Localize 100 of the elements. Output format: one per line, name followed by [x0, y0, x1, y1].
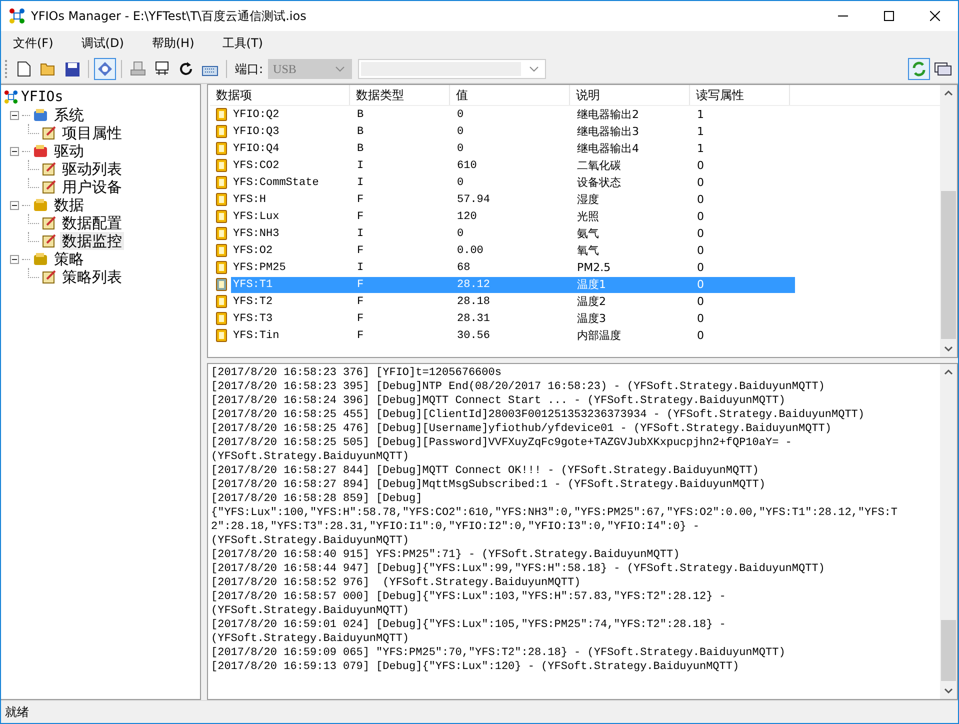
- window-title: YFIOs Manager - E:\YFTest\T\百度云通信测试.ios: [31, 8, 306, 24]
- table-cell-text: YFIO:Q3: [232, 126, 280, 138]
- table-cell-text: YFIO:Q2: [232, 108, 280, 120]
- table-row[interactable]: YFS:T3 F 28.31 温度3 0: [231, 310, 795, 326]
- table-cell-text: YFS:CO2: [232, 160, 280, 172]
- table-row[interactable]: YFS:O2 F 0.00 氧气 0: [231, 242, 795, 258]
- tree-item[interactable]: 策略列表: [60, 268, 124, 286]
- table-row[interactable]: YFS:PM25 I 68 PM2.5 0: [231, 260, 795, 276]
- table-cell-text: 0: [696, 244, 705, 257]
- table-cell-text: 设备状态: [576, 175, 622, 190]
- close-icon[interactable]: [930, 11, 940, 21]
- scrollbar-thumb[interactable]: [941, 191, 956, 339]
- scrollbar[interactable]: [940, 85, 957, 357]
- collapse-toggle-icon[interactable]: [10, 146, 19, 156]
- collapse-toggle-icon[interactable]: [10, 110, 19, 120]
- menu-item[interactable]: 帮助(H): [148, 34, 198, 52]
- scrollbar[interactable]: [940, 364, 957, 699]
- app-logo-icon: [9, 8, 25, 24]
- tree-item[interactable]: YFIOs: [21, 89, 64, 105]
- tree-item[interactable]: 用户设备: [60, 178, 124, 196]
- io-tag-icon: [216, 227, 227, 240]
- column-header[interactable]: 值: [450, 85, 570, 105]
- table-cell-text: 温度3: [576, 311, 607, 326]
- collapse-toggle-icon[interactable]: [10, 254, 19, 264]
- table-cell-text: 温度2: [576, 294, 607, 309]
- column-header[interactable]: 数据项: [210, 85, 350, 105]
- table-cell-text: 0: [696, 295, 705, 308]
- document-icon: [42, 180, 57, 194]
- printer-icon: [130, 61, 146, 77]
- table-row[interactable]: YFIO:Q3 B 0 继电器输出3 1: [231, 124, 795, 140]
- chevron-down-icon[interactable]: [944, 688, 953, 694]
- table-cell-text: 1: [696, 108, 705, 121]
- column-header[interactable]: 读写属性: [690, 85, 790, 105]
- column-header[interactable]: 说明: [570, 85, 690, 105]
- table-cell-text: 0: [696, 159, 705, 172]
- maximize-icon[interactable]: [884, 11, 894, 21]
- document-icon: [42, 270, 57, 284]
- table-cell-text: B: [356, 142, 365, 154]
- log-line: [2017/8/20 16:58:57 000] [Debug]{"YFS:Lux":103,"YFS:H":57.83,"YFS:T2":28.12} -: [211, 590, 727, 604]
- floppy-icon: [64, 62, 80, 76]
- menu-item[interactable]: 文件(F): [9, 34, 58, 52]
- table-cell-text: I: [356, 176, 365, 188]
- table-row[interactable]: YFIO:Q4 B 0 继电器输出4 1: [231, 140, 795, 156]
- table-cell-text: 68: [456, 262, 472, 274]
- tree-item[interactable]: 项目属性: [60, 124, 124, 142]
- table-cell-text: F: [356, 296, 365, 308]
- table-row[interactable]: YFIO:Q2 B 0 继电器输出2 1: [231, 106, 795, 122]
- table-cell-text: 1: [696, 142, 705, 155]
- table-cell-text: 0: [696, 227, 705, 240]
- table-cell-text: YFS:Tin: [232, 330, 280, 342]
- folder-icon: [33, 108, 49, 122]
- new-file-icon: [17, 61, 31, 77]
- chevron-up-icon[interactable]: [944, 369, 953, 375]
- table-cell-text: 湿度: [576, 192, 600, 207]
- table-cell-text: 28.31: [456, 312, 492, 324]
- table-cell-text: 二氧化碳: [576, 158, 622, 173]
- table-cell-text: 1: [696, 125, 705, 138]
- scrollbar-thumb[interactable]: [941, 620, 956, 681]
- tree-item[interactable]: 驱动列表: [60, 160, 124, 178]
- table-cell-text: 0: [456, 176, 465, 188]
- table-row[interactable]: YFS:CO2 I 610 二氧化碳 0: [231, 158, 795, 174]
- table-row[interactable]: YFS:T2 F 28.18 温度2 0: [231, 294, 795, 310]
- table-cell-text: 光照: [576, 209, 600, 224]
- log-line: [2017/8/20 16:58:40 915] YFS:PM25":71} - (YFSoft.Strategy.BaiduyunMQTT): [211, 548, 681, 562]
- collapse-toggle-icon[interactable]: [10, 200, 19, 210]
- menu-item[interactable]: 调试(D): [77, 34, 128, 52]
- tree-item[interactable]: 系统: [52, 106, 86, 124]
- tree-item[interactable]: 数据: [52, 196, 86, 214]
- io-tag-icon: [216, 159, 227, 172]
- column-header[interactable]: 数据类型: [350, 85, 450, 105]
- tree-item[interactable]: 数据监控: [60, 232, 124, 250]
- chevron-down-icon[interactable]: [944, 346, 953, 352]
- table-cell-text: 内部温度: [576, 328, 622, 343]
- tree-item[interactable]: 数据配置: [60, 214, 124, 232]
- table-cell-text: 57.94: [456, 194, 492, 206]
- document-icon: [42, 234, 57, 248]
- tree-item[interactable]: 策略: [52, 250, 86, 268]
- log-line: [2017/8/20 16:58:28 859] [Debug]: [211, 492, 424, 506]
- log-line: [2017/8/20 16:58:23 395] [Debug]NTP End(08/20/2017 16:58:23) - (YFSoft.Strategy.BaiduyunMQTT): [211, 380, 826, 394]
- table-row[interactable]: YFS:Lux F 120 光照 0: [231, 208, 795, 224]
- table-row[interactable]: YFS:H F 57.94 湿度 0: [231, 192, 795, 208]
- table-cell-text: YFS:T2: [232, 296, 274, 308]
- table-cell-text: B: [356, 126, 365, 138]
- menu-item[interactable]: 工具(T): [218, 34, 267, 52]
- log-line: [2017/8/20 16:59:01 024] [Debug]{"YFS:Lux":105,"YFS:PM25":74,"YFS:T2":28.18} -: [211, 618, 727, 632]
- io-tag-icon: [216, 142, 227, 155]
- log-line: [2017/8/20 16:59:13 079] [Debug]{"YFS:Lux":120} - (YFSoft.Strategy.BaiduyunMQTT): [211, 660, 740, 674]
- folder-icon: [33, 144, 49, 158]
- log-line: [2017/8/20 16:59:09 065] "YFS:PM25":70,"YFS:T2":28.18} - (YFSoft.Strategy.BaiduyunMQTT): [211, 646, 786, 660]
- io-tag-icon: [216, 210, 227, 223]
- device-icon: [154, 61, 170, 77]
- table-row[interactable]: YFS:Tin F 30.56 内部温度 0: [231, 328, 795, 344]
- chevron-up-icon[interactable]: [944, 90, 953, 96]
- table-cell-text: F: [356, 210, 365, 222]
- tree-item[interactable]: 驱动: [52, 142, 86, 160]
- table-row[interactable]: YFS:NH3 I 0 氨气 0: [231, 226, 795, 242]
- table-row[interactable]: YFS:CommState I 0 设备状态 0: [231, 174, 795, 190]
- log-line: [2017/8/20 16:58:25 505] [Debug][Password]VVFXuyZqFc9gote+TAZGVJubXKxpucpjhn2+fQP10aY= -: [211, 436, 793, 450]
- table-cell-text: F: [356, 278, 365, 290]
- table-cell-text: 0.00: [456, 244, 484, 256]
